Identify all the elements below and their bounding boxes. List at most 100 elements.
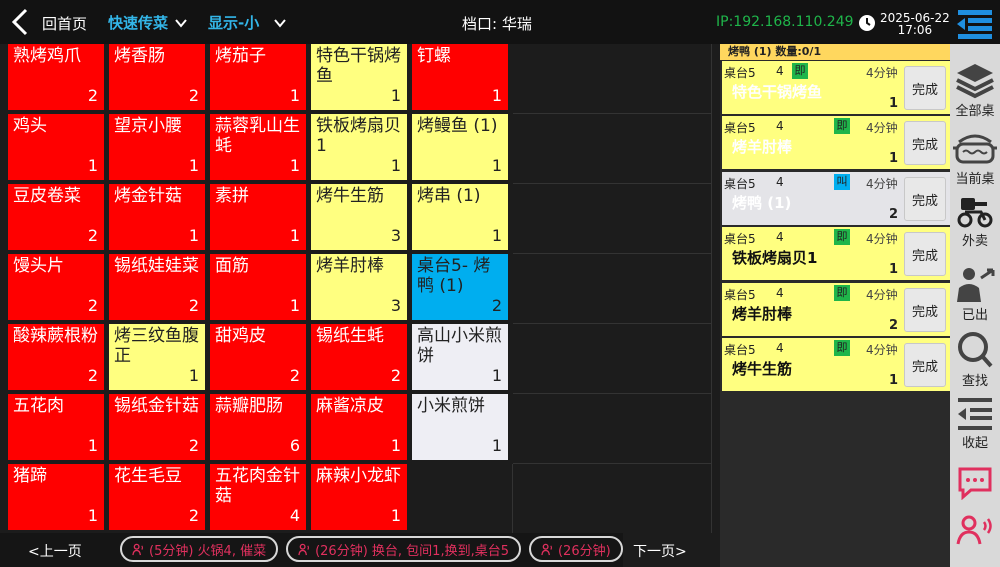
complete-button[interactable]: 完成: [904, 343, 946, 387]
order-card[interactable]: 桌台5 4 即 4分钟 烤羊肘棒 1 完成: [722, 116, 950, 169]
dish-quantity: 1: [188, 366, 199, 385]
dish-cell[interactable]: 锡纸娃娃菜 2: [109, 254, 205, 320]
dish-cell[interactable]: 望京小腰 1: [109, 114, 205, 180]
dish-cell[interactable]: 蒜瓣肥肠 6: [210, 394, 306, 460]
messages-button[interactable]: [950, 466, 1000, 500]
order-card[interactable]: 桌台5 4 即 4分钟 烤羊肘棒 2 完成: [722, 283, 950, 336]
dish-quantity: 2: [87, 366, 98, 385]
dish-quantity: 1: [87, 436, 98, 455]
complete-button[interactable]: 完成: [904, 232, 946, 276]
takeout-button[interactable]: 外卖: [950, 194, 1000, 249]
order-wait-time: 4分钟: [866, 232, 898, 246]
dish-cell[interactable]: 高山小米煎饼 1: [412, 324, 508, 390]
dish-cell[interactable]: 酸辣蕨根粉 2: [8, 324, 104, 390]
order-quantity: 2: [888, 207, 898, 222]
complete-button[interactable]: 完成: [904, 121, 946, 165]
next-page-button[interactable]: 下一页>: [623, 533, 720, 567]
menu-icon[interactable]: [954, 8, 994, 40]
dish-name: 高山小米煎饼: [417, 326, 502, 366]
dish-cell[interactable]: 素拼 1: [210, 184, 306, 250]
sidebar-label: 全部桌: [955, 104, 995, 119]
back-arrow-icon[interactable]: [8, 7, 32, 37]
dish-cell[interactable]: 猪蹄 1: [8, 464, 104, 530]
dish-cell[interactable]: 锡纸生蚝 2: [311, 324, 407, 390]
dish-cell[interactable]: 烤三纹鱼腹正 1: [109, 324, 205, 390]
message-pill[interactable]: (26分钟): [528, 536, 623, 562]
dish-cell[interactable]: 烤羊肘棒 3: [311, 254, 407, 320]
dish-cell[interactable]: 锡纸金针菇 2: [109, 394, 205, 460]
dish-cell[interactable]: 烤牛生筋 3: [311, 184, 407, 250]
dish-name: 五花肉金针菇: [215, 466, 300, 506]
empty-cell: [513, 44, 712, 114]
order-dish-name: 烤羊肘棒: [732, 305, 793, 323]
dish-quantity: 1: [491, 436, 502, 455]
order-table: 桌台5: [724, 232, 756, 246]
dish-cell[interactable]: 钉螺 1: [412, 44, 508, 110]
dish-cell[interactable]: 五花肉 1: [8, 394, 104, 460]
dish-name: 特色干锅烤鱼: [316, 46, 401, 86]
dish-name: 蒜蓉乳山生蚝: [215, 116, 300, 156]
dish-name: 蒜瓣肥肠: [215, 396, 283, 416]
dish-quantity: 2: [390, 366, 401, 385]
empty-cell: [513, 184, 712, 254]
dish-name: 甜鸡皮: [215, 326, 266, 346]
dish-name: 酸辣蕨根粉: [13, 326, 98, 346]
ip-address: IP:192.168.110.249: [716, 14, 854, 30]
dish-cell[interactable]: 面筋 1: [210, 254, 306, 320]
dish-cell[interactable]: 熟烤鸡爪 2: [8, 44, 104, 110]
dish-cell[interactable]: 铁板烤扇贝1 1: [311, 114, 407, 180]
dish-quantity: 2: [188, 86, 199, 105]
message-pill[interactable]: (26分钟) 换台, 包间1,换到,桌台5: [286, 536, 521, 562]
order-table: 桌台5: [724, 288, 756, 302]
display-dropdown-label: 显示-小: [208, 14, 260, 32]
served-button[interactable]: 已出: [950, 266, 1000, 323]
order-wait-time: 4分钟: [866, 288, 898, 302]
order-card[interactable]: 桌台5 4 叫 4分钟 烤鸭 (1) 2 完成: [722, 172, 950, 225]
order-table: 桌台5: [724, 121, 756, 135]
dish-cell[interactable]: 麻酱凉皮 1: [311, 394, 407, 460]
current-table-button[interactable]: 当前桌: [950, 130, 1000, 187]
dish-cell[interactable]: 馒头片 2: [8, 254, 104, 320]
dish-cell[interactable]: 蒜蓉乳山生蚝 1: [210, 114, 306, 180]
voice-call-button[interactable]: [950, 514, 1000, 546]
dish-name: 花生毛豆: [114, 466, 182, 486]
dish-cell[interactable]: 烤香肠 2: [109, 44, 205, 110]
status-badge: 即: [834, 229, 850, 245]
dish-name: 面筋: [215, 256, 249, 276]
collapse-button[interactable]: 收起: [950, 396, 1000, 451]
order-card[interactable]: 桌台5 4 即 4分钟 烤牛生筋 1 完成: [722, 338, 950, 391]
display-dropdown[interactable]: 显示-小: [208, 12, 287, 33]
dish-quantity: 1: [188, 156, 199, 175]
message-pill[interactable]: (5分钟) 火锅4, 催菜: [120, 536, 279, 562]
dish-quantity: 1: [390, 156, 401, 175]
dish-cell[interactable]: 小米煎饼 1: [412, 394, 508, 460]
prev-page-button[interactable]: <上一页: [28, 541, 82, 561]
dish-cell[interactable]: 五花肉金针菇 4: [210, 464, 306, 530]
dish-name: 桌台5- 烤鸭 (1): [417, 256, 491, 296]
complete-button[interactable]: 完成: [904, 288, 946, 332]
status-badge: 即: [834, 285, 850, 301]
dish-cell[interactable]: 花生毛豆 2: [109, 464, 205, 530]
order-card[interactable]: 桌台5 4 即 4分钟 特色干锅烤鱼 1 完成: [722, 61, 950, 114]
search-button[interactable]: 查找: [950, 330, 1000, 389]
dish-cell[interactable]: 甜鸡皮 2: [210, 324, 306, 390]
mode-dropdown[interactable]: 快速传菜: [108, 12, 188, 33]
dish-cell[interactable]: 麻辣小龙虾 1: [311, 464, 407, 530]
chevron-down-icon: [274, 18, 287, 28]
home-link[interactable]: 回首页: [42, 13, 87, 34]
order-card[interactable]: 桌台5 4 即 4分钟 铁板烤扇贝1 1 完成: [722, 227, 950, 280]
dish-cell[interactable]: 烤茄子 1: [210, 44, 306, 110]
dish-cell[interactable]: 桌台5- 烤鸭 (1) 2: [412, 254, 508, 320]
dish-cell[interactable]: 烤串 (1) 1: [412, 184, 508, 250]
complete-button[interactable]: 完成: [904, 177, 946, 221]
dish-cell[interactable]: 豆皮卷菜 2: [8, 184, 104, 250]
dish-cell[interactable]: 烤鳗鱼 (1) 1: [412, 114, 508, 180]
status-badge: 即: [834, 118, 850, 134]
complete-button[interactable]: 完成: [904, 66, 946, 110]
chat-icon: [958, 467, 992, 500]
all-tables-button[interactable]: 全部桌: [950, 60, 1000, 119]
dish-cell[interactable]: 鸡头 1: [8, 114, 104, 180]
dish-cell[interactable]: 特色干锅烤鱼 1: [311, 44, 407, 110]
dish-name: 麻酱凉皮: [316, 396, 384, 416]
dish-cell[interactable]: 烤金针菇 1: [109, 184, 205, 250]
